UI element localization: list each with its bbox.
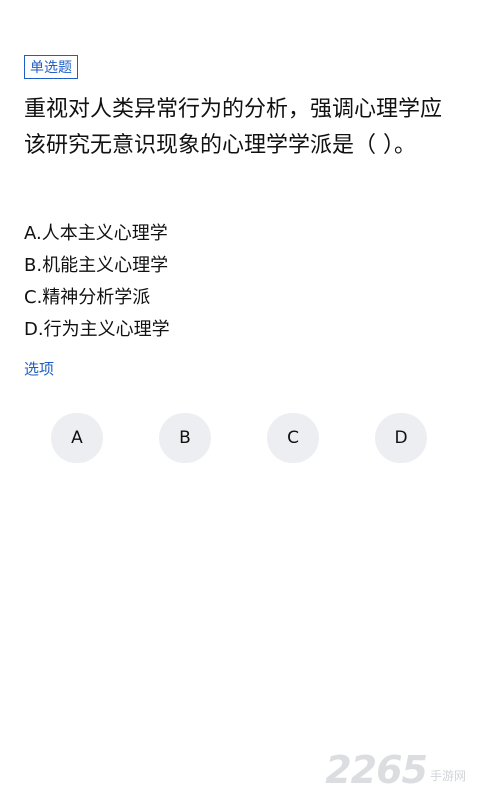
choice-a-button[interactable]: A	[51, 413, 103, 463]
watermark-number: 2265	[325, 748, 428, 792]
option-d-text: D.行为主义心理学	[24, 319, 170, 340]
option-a-text: A.人本主义心理学	[24, 223, 168, 244]
option-c-text: C.精神分析学派	[24, 287, 151, 308]
question-type-badge: 单选题	[24, 55, 78, 79]
choices-section-label: 选项	[24, 360, 55, 378]
option-list: A.人本主义心理学 B.机能主义心理学 C.精神分析学派 D.行为主义心理学	[24, 218, 454, 346]
option-b-text: B.机能主义心理学	[24, 255, 169, 276]
question-text: 重视对人类异常行为的分析，强调心理学应该研究无意识现象的心理学学派是（ ）。	[24, 97, 443, 158]
choice-d-button[interactable]: D	[375, 413, 427, 463]
choice-c-button[interactable]: C	[267, 413, 319, 463]
choice-b-button[interactable]: B	[159, 413, 211, 463]
answer-choices: A B C D	[51, 413, 429, 463]
site-watermark: 2265 手游网	[325, 750, 466, 790]
watermark-text: 手游网	[429, 769, 466, 783]
